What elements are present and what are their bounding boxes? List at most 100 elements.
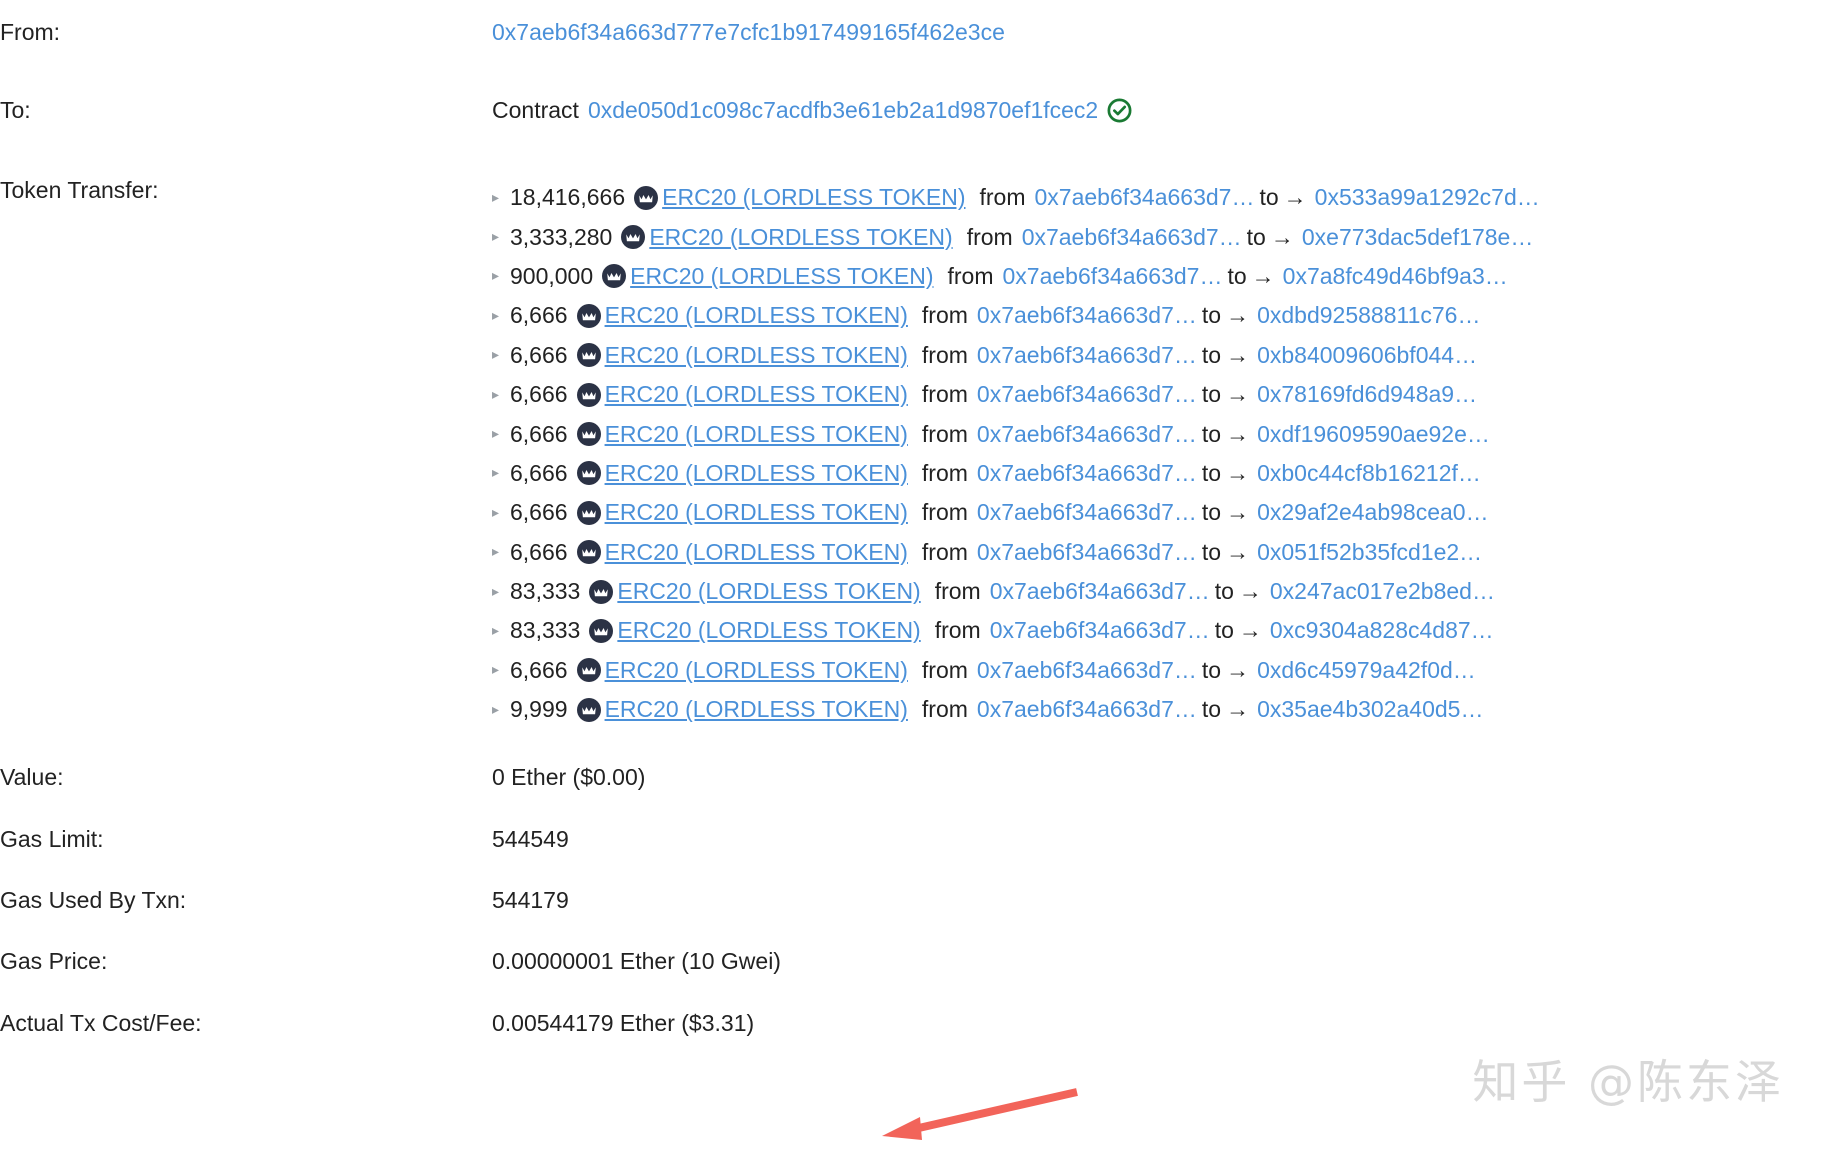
token-name-link[interactable]: ERC20 (LORDLESS TOKEN) xyxy=(605,499,908,526)
token-name-link[interactable]: ERC20 (LORDLESS TOKEN) xyxy=(605,696,908,723)
expand-caret-icon[interactable]: ▸ xyxy=(492,623,508,637)
expand-caret-icon[interactable]: ▸ xyxy=(492,465,508,479)
expand-caret-icon[interactable]: ▸ xyxy=(492,387,508,401)
expand-caret-icon[interactable]: ▸ xyxy=(492,229,508,243)
crown-token-icon xyxy=(577,304,601,328)
expand-caret-icon[interactable]: ▸ xyxy=(492,584,508,598)
token-name-link[interactable]: ERC20 (LORDLESS TOKEN) xyxy=(605,342,908,369)
transfer-to-address-link[interactable]: 0xc9304a828c4d87… xyxy=(1270,617,1494,644)
to-contract-address-link[interactable]: 0xde050d1c098c7acdfb3e61eb2a1d9870ef1fce… xyxy=(588,98,1098,123)
token-transfer-row: ▸6,666ERC20 (LORDLESS TOKEN)from0x7aeb6f… xyxy=(492,454,1832,493)
transfer-to-address-link[interactable]: 0xb84009606bf044… xyxy=(1257,342,1477,369)
token-transfer-label: Token Transfer: xyxy=(0,178,492,203)
expand-caret-icon[interactable]: ▸ xyxy=(492,268,508,282)
transfer-amount: 6,666 xyxy=(510,381,568,408)
token-name-link[interactable]: ERC20 (LORDLESS TOKEN) xyxy=(605,657,908,684)
transfer-to-address-link[interactable]: 0x7a8fc49d46bf9a3… xyxy=(1283,263,1508,290)
transfer-from-address-link[interactable]: 0x7aeb6f34a663d7… xyxy=(977,421,1197,448)
check-circle-icon xyxy=(1107,98,1132,123)
token-name-link[interactable]: ERC20 (LORDLESS TOKEN) xyxy=(605,539,908,566)
to-keyword-label: to xyxy=(1202,657,1221,684)
to-keyword-label: to xyxy=(1202,460,1221,487)
from-address-link[interactable]: 0x7aeb6f34a663d777e7cfc1b917499165f462e3… xyxy=(492,19,1005,45)
transfer-amount: 6,666 xyxy=(510,421,568,448)
to-keyword-label: to xyxy=(1202,342,1221,369)
transfer-from-address-link[interactable]: 0x7aeb6f34a663d7… xyxy=(977,696,1197,723)
value-value-cell: 0 Ether ($0.00) xyxy=(492,729,1832,790)
expand-caret-icon[interactable]: ▸ xyxy=(492,308,508,322)
from-keyword-label: from xyxy=(922,421,968,448)
transfer-from-address-link[interactable]: 0x7aeb6f34a663d7… xyxy=(977,460,1197,487)
from-keyword-label: from xyxy=(922,381,968,408)
to-keyword-label: to xyxy=(1259,184,1278,211)
expand-caret-icon[interactable]: ▸ xyxy=(492,662,508,676)
token-name-link[interactable]: ERC20 (LORDLESS TOKEN) xyxy=(630,263,933,290)
transfer-from-address-link[interactable]: 0x7aeb6f34a663d7… xyxy=(1022,224,1242,251)
tx-fee-label-cell: Actual Tx Cost/Fee: xyxy=(0,975,492,1036)
expand-caret-icon[interactable]: ▸ xyxy=(492,190,508,204)
transfer-amount: 6,666 xyxy=(510,657,568,684)
right-arrow-icon: → xyxy=(1284,184,1306,211)
transfer-to-address-link[interactable]: 0xb0c44cf8b16212f… xyxy=(1257,460,1481,487)
row-gas-used: Gas Used By Txn: 544179 xyxy=(0,852,1832,913)
crown-token-icon xyxy=(621,225,645,249)
token-transfer-row: ▸6,666ERC20 (LORDLESS TOKEN)from0x7aeb6f… xyxy=(492,493,1832,532)
to-keyword-label: to xyxy=(1202,421,1221,448)
crown-token-icon xyxy=(589,580,613,604)
transfer-from-address-link[interactable]: 0x7aeb6f34a663d7… xyxy=(977,539,1197,566)
expand-caret-icon[interactable]: ▸ xyxy=(492,702,508,716)
token-name-link[interactable]: ERC20 (LORDLESS TOKEN) xyxy=(605,421,908,448)
expand-caret-icon[interactable]: ▸ xyxy=(492,426,508,440)
transfer-to-address-link[interactable]: 0xe773dac5def178e… xyxy=(1302,224,1533,251)
transfer-to-address-link[interactable]: 0x29af2e4ab98cea0… xyxy=(1257,499,1488,526)
transfer-to-address-link[interactable]: 0x247ac017e2b8ed… xyxy=(1270,578,1495,605)
token-name-link[interactable]: ERC20 (LORDLESS TOKEN) xyxy=(605,381,908,408)
gas-limit-label: Gas Limit: xyxy=(0,827,492,852)
to-keyword-label: to xyxy=(1227,263,1246,290)
right-arrow-icon: → xyxy=(1226,657,1248,684)
from-keyword-label: from xyxy=(922,302,968,329)
transfer-from-address-link[interactable]: 0x7aeb6f34a663d7… xyxy=(977,499,1197,526)
transfer-to-address-link[interactable]: 0x78169fd6d948a9… xyxy=(1257,381,1477,408)
transfer-from-address-link[interactable]: 0x7aeb6f34a663d7… xyxy=(1003,263,1223,290)
token-name-link[interactable]: ERC20 (LORDLESS TOKEN) xyxy=(662,184,965,211)
transfer-to-address-link[interactable]: 0x35ae4b302a40d5… xyxy=(1257,696,1483,723)
tx-fee-value: 0.00544179 Ether ($3.31) xyxy=(492,1011,1832,1036)
transfer-from-address-link[interactable]: 0x7aeb6f34a663d7… xyxy=(977,381,1197,408)
transfer-to-address-link[interactable]: 0xdbd92588811c76… xyxy=(1257,302,1480,329)
tx-fee-label: Actual Tx Cost/Fee: xyxy=(0,1011,492,1036)
to-keyword-label: to xyxy=(1202,302,1221,329)
transfer-to-address-link[interactable]: 0x051f52b35fcd1e2… xyxy=(1257,539,1482,566)
token-name-link[interactable]: ERC20 (LORDLESS TOKEN) xyxy=(649,224,952,251)
transfer-from-address-link[interactable]: 0x7aeb6f34a663d7… xyxy=(977,657,1197,684)
transfer-from-address-link[interactable]: 0x7aeb6f34a663d7… xyxy=(1034,184,1254,211)
transfer-amount: 6,666 xyxy=(510,460,568,487)
token-name-link[interactable]: ERC20 (LORDLESS TOKEN) xyxy=(605,460,908,487)
transfer-to-address-link[interactable]: 0x533a99a1292c7d… xyxy=(1315,184,1540,211)
transfer-from-address-link[interactable]: 0x7aeb6f34a663d7… xyxy=(990,617,1210,644)
to-keyword-label: to xyxy=(1202,696,1221,723)
token-name-link[interactable]: ERC20 (LORDLESS TOKEN) xyxy=(617,578,920,605)
crown-token-icon xyxy=(589,619,613,643)
row-to: To: Contract 0xde050d1c098c7acdfb3e61eb2… xyxy=(0,78,1832,156)
token-name-link[interactable]: ERC20 (LORDLESS TOKEN) xyxy=(605,302,908,329)
token-transfer-value-cell: ▸18,416,666ERC20 (LORDLESS TOKEN)from0x7… xyxy=(492,156,1832,729)
token-name-link[interactable]: ERC20 (LORDLESS TOKEN) xyxy=(617,617,920,644)
transfer-from-address-link[interactable]: 0x7aeb6f34a663d7… xyxy=(977,302,1197,329)
to-label-cell: To: xyxy=(0,78,492,156)
expand-caret-icon[interactable]: ▸ xyxy=(492,544,508,558)
gas-limit-value-cell: 544549 xyxy=(492,791,1832,852)
expand-caret-icon[interactable]: ▸ xyxy=(492,347,508,361)
transfer-from-address-link[interactable]: 0x7aeb6f34a663d7… xyxy=(990,578,1210,605)
token-transfer-list: ▸18,416,666ERC20 (LORDLESS TOKEN)from0x7… xyxy=(492,178,1832,729)
row-gas-limit: Gas Limit: 544549 xyxy=(0,791,1832,852)
expand-caret-icon[interactable]: ▸ xyxy=(492,505,508,519)
transfer-from-address-link[interactable]: 0x7aeb6f34a663d7… xyxy=(977,342,1197,369)
crown-token-icon xyxy=(577,383,601,407)
transfer-to-address-link[interactable]: 0xdf19609590ae92e… xyxy=(1257,421,1490,448)
transfer-amount: 3,333,280 xyxy=(510,224,612,251)
token-transfer-row: ▸6,666ERC20 (LORDLESS TOKEN)from0x7aeb6f… xyxy=(492,336,1832,375)
contract-prefix-label: Contract xyxy=(492,98,579,123)
transfer-to-address-link[interactable]: 0xd6c45979a42f0d… xyxy=(1257,657,1476,684)
transfer-amount: 6,666 xyxy=(510,342,568,369)
